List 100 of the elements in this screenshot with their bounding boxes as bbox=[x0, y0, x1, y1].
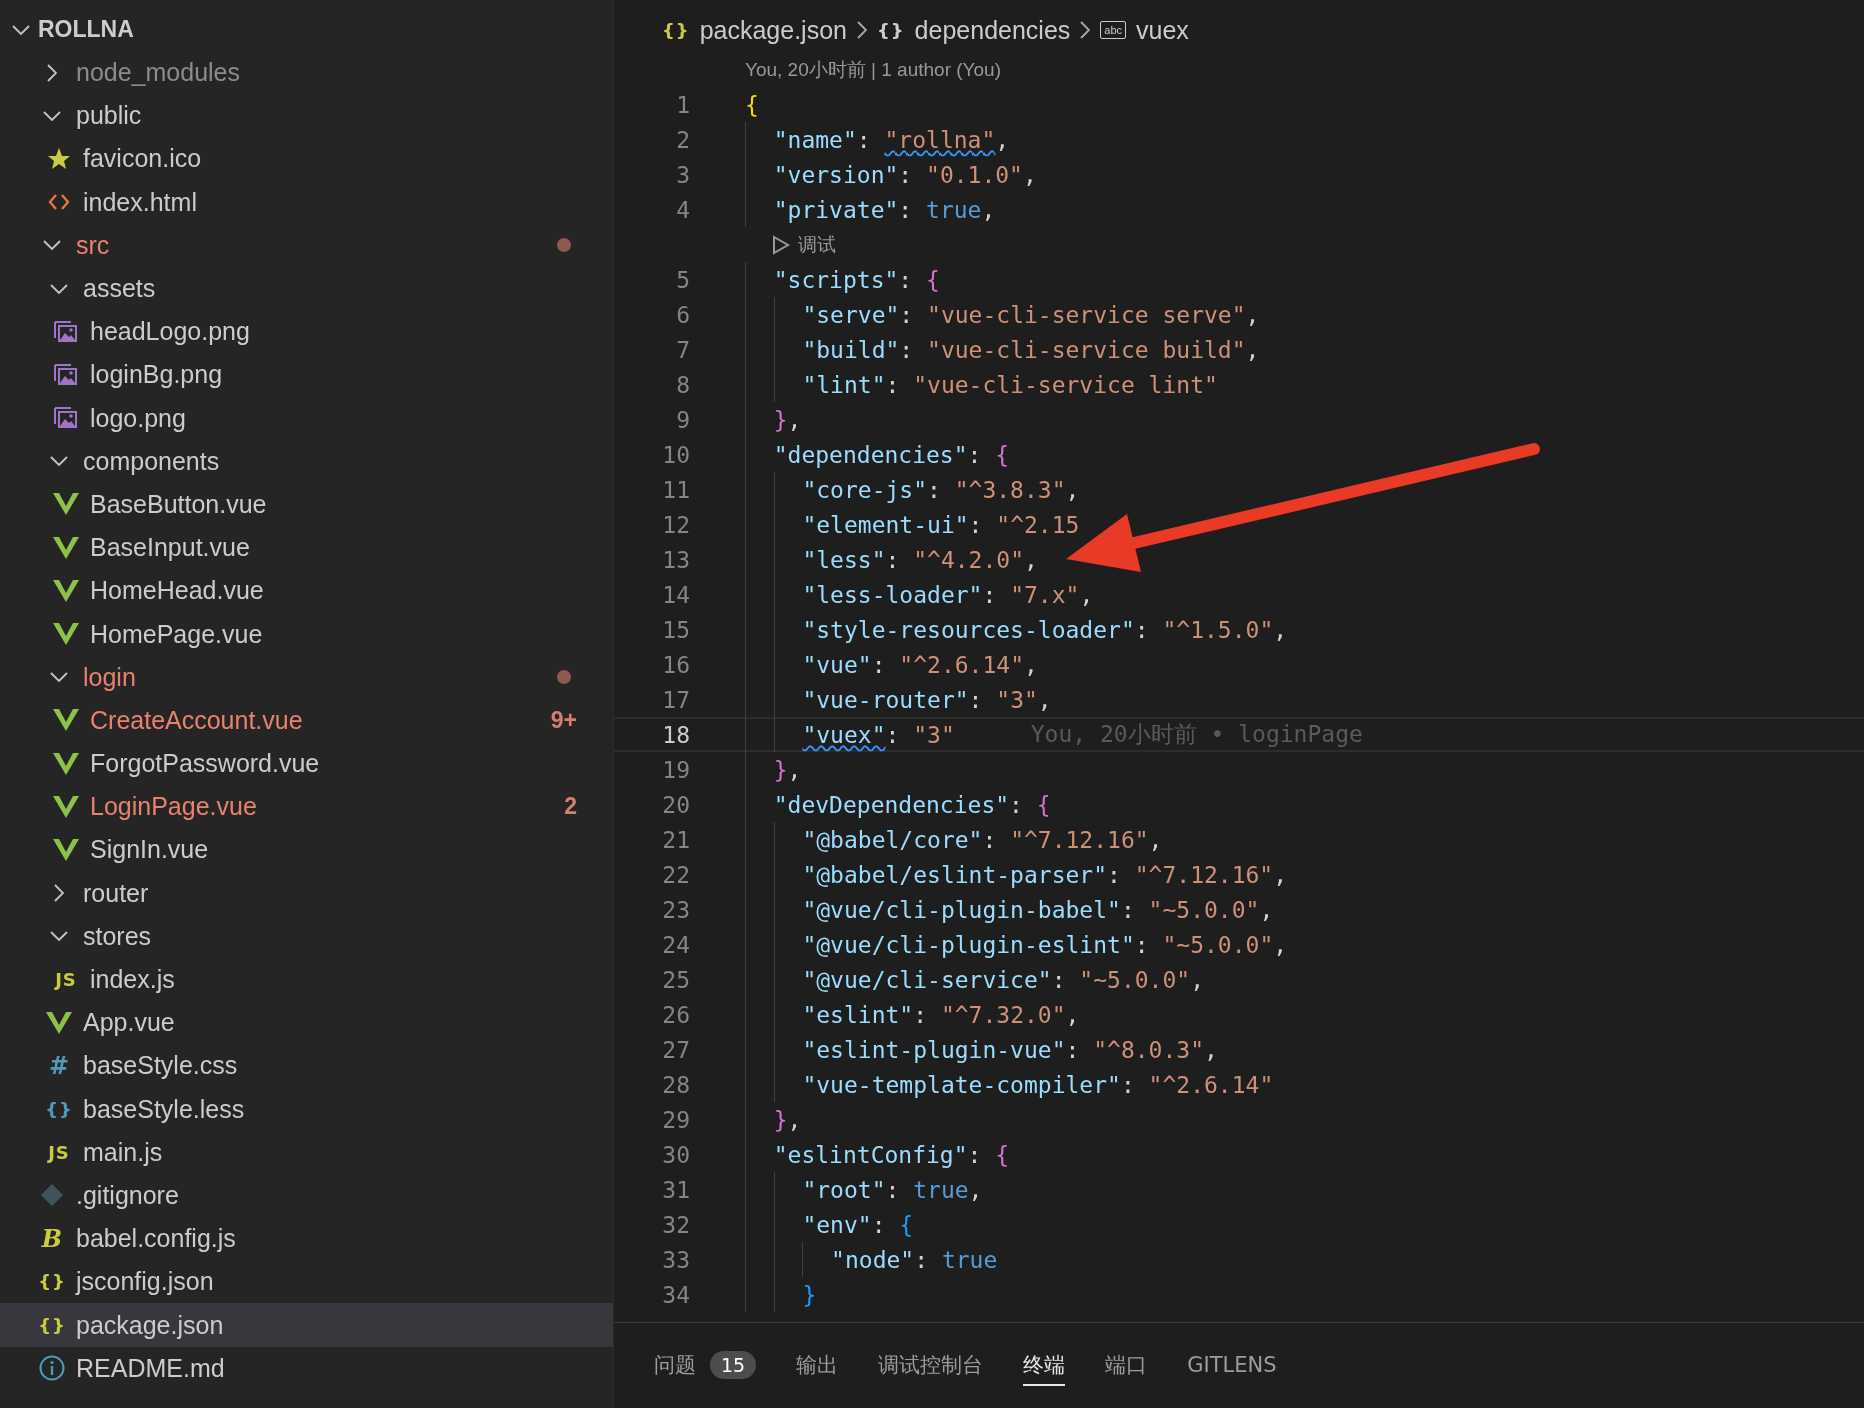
braces-icon: {} bbox=[662, 19, 690, 41]
line-number: 32 bbox=[661, 1211, 690, 1238]
panel-tab[interactable]: 调试控制台 bbox=[878, 1345, 984, 1386]
file-item[interactable]: HomePage.vue bbox=[0, 612, 613, 656]
line-number: 16 bbox=[661, 651, 690, 678]
code-line: "@vue/cli-service": "~5.0.0", bbox=[745, 964, 1204, 995]
file-type-icon: {} bbox=[38, 1271, 66, 1293]
line-number: 10 bbox=[661, 441, 690, 468]
code-line: "serve": "vue-cli-service serve", bbox=[745, 299, 1260, 330]
vue-icon bbox=[53, 709, 79, 732]
file-item[interactable]: .gitignore bbox=[0, 1173, 613, 1218]
file-item[interactable]: logo.png bbox=[0, 396, 613, 440]
vue-icon bbox=[53, 838, 79, 861]
file-item[interactable]: index.html bbox=[0, 180, 613, 224]
panel-tab[interactable]: GITLENS bbox=[1187, 1345, 1277, 1386]
code-line: "dependencies": { bbox=[745, 439, 1010, 470]
line-number: 1 bbox=[675, 91, 690, 118]
code-line: "@babel/eslint-parser": "^7.12.16", bbox=[745, 859, 1288, 890]
line-number: 23 bbox=[661, 896, 690, 923]
file-item[interactable]: README.md bbox=[0, 1346, 613, 1390]
file-item[interactable]: BaseButton.vue bbox=[0, 482, 613, 527]
file-item[interactable]: App.vue bbox=[0, 1001, 613, 1045]
blame-codelens[interactable]: You, 20小时前 | 1 author (You) bbox=[745, 56, 1001, 83]
file-item[interactable]: # baseStyle.css bbox=[0, 1044, 613, 1088]
folder-item[interactable]: stores bbox=[0, 914, 613, 958]
line-number: 12 bbox=[661, 511, 690, 538]
file-item[interactable]: SignIn.vue bbox=[0, 828, 613, 872]
chevron-right-icon bbox=[54, 884, 64, 903]
line-number: 15 bbox=[661, 616, 690, 643]
line-number: 4 bbox=[675, 196, 690, 223]
line-number: 30 bbox=[661, 1141, 690, 1168]
code-line: "lint": "vue-cli-service lint" bbox=[745, 369, 1218, 400]
line-number: 19 bbox=[661, 756, 690, 783]
file-item[interactable]: ForgotPassword.vue bbox=[0, 742, 613, 786]
code-line: "vuex": "3" bbox=[745, 719, 955, 750]
braces-icon: {} bbox=[876, 19, 905, 41]
debug-codelens[interactable]: 调试 bbox=[772, 231, 836, 258]
panel-tab[interactable]: 输出 bbox=[796, 1345, 839, 1386]
file-item[interactable]: B babel.config.js bbox=[0, 1217, 613, 1261]
code-line: "devDependencies": { bbox=[745, 789, 1051, 820]
file-item[interactable]: HomeHead.vue bbox=[0, 569, 613, 613]
code-line: "node": true bbox=[745, 1244, 998, 1275]
chevron-right-icon bbox=[1080, 21, 1091, 39]
file-item[interactable]: CreateAccount.vue 9+ bbox=[0, 698, 613, 742]
panel-tab[interactable]: 端口 bbox=[1105, 1345, 1148, 1386]
file-item[interactable]: favicon.ico bbox=[0, 137, 613, 181]
line-number: 28 bbox=[661, 1071, 690, 1098]
code-line: "core-js": "^3.8.3", bbox=[745, 474, 1080, 505]
modified-dot bbox=[557, 670, 571, 685]
file-item[interactable]: JS main.js bbox=[0, 1130, 613, 1174]
file-item[interactable]: {} baseStyle.less bbox=[0, 1087, 613, 1131]
line-number: 31 bbox=[661, 1176, 690, 1203]
file-type-icon: JS bbox=[55, 969, 77, 991]
file-item[interactable]: JS index.js bbox=[0, 957, 613, 1002]
folder-item[interactable]: node_modules bbox=[0, 51, 613, 95]
line-number: 13 bbox=[661, 546, 690, 573]
project-folder[interactable]: ROLLNA bbox=[0, 8, 613, 51]
info-icon bbox=[39, 1355, 65, 1382]
chevron-right-icon bbox=[47, 63, 57, 82]
folder-item[interactable]: assets bbox=[0, 266, 613, 311]
file-type-icon: {} bbox=[38, 1314, 66, 1336]
star-icon bbox=[47, 146, 71, 171]
panel-tab[interactable]: 问题 15 bbox=[654, 1345, 757, 1386]
line-number: 3 bbox=[675, 161, 690, 188]
folder-item[interactable]: router bbox=[0, 871, 613, 915]
line-number: 24 bbox=[661, 931, 690, 958]
file-item[interactable]: {} jsconfig.json bbox=[0, 1260, 613, 1304]
file-type-icon: B bbox=[41, 1224, 63, 1254]
vue-icon bbox=[53, 493, 79, 516]
code-icon bbox=[48, 193, 70, 212]
code-line: "element-ui": "^2.15 bbox=[745, 509, 1080, 540]
folder-item[interactable]: components bbox=[0, 439, 613, 483]
code-line: "vue-router": "3", bbox=[745, 684, 1052, 715]
file-item[interactable]: BaseInput.vue bbox=[0, 526, 613, 570]
chevron-down-icon bbox=[50, 931, 68, 942]
line-number: 20 bbox=[661, 791, 690, 818]
breadcrumb-item[interactable]: {} dependencies bbox=[876, 15, 1071, 45]
chevron-down-icon bbox=[43, 240, 61, 251]
file-item[interactable]: {} package.json bbox=[0, 1303, 613, 1347]
file-type-icon: # bbox=[48, 1051, 70, 1080]
file-item[interactable]: LoginPage.vue 2 bbox=[0, 785, 613, 829]
image-icon bbox=[54, 363, 78, 386]
file-item[interactable]: loginBg.png bbox=[0, 353, 613, 397]
vue-icon bbox=[53, 536, 79, 559]
line-number: 26 bbox=[661, 1001, 690, 1028]
folder-item[interactable]: public bbox=[0, 94, 613, 138]
code-line: "@vue/cli-plugin-babel": "~5.0.0", bbox=[745, 894, 1274, 925]
diamond-icon bbox=[40, 1183, 64, 1208]
panel-tab[interactable]: 终端 bbox=[1023, 1345, 1066, 1386]
folder-item[interactable]: src bbox=[0, 223, 613, 267]
image-icon bbox=[54, 320, 78, 343]
code-line: "@babel/core": "^7.12.16", bbox=[745, 824, 1163, 855]
folder-item[interactable]: login bbox=[0, 655, 613, 699]
file-item[interactable]: headLogo.png bbox=[0, 310, 613, 354]
chevron-down-icon bbox=[50, 456, 68, 467]
line-number: 25 bbox=[661, 966, 690, 993]
breadcrumb-item[interactable]: {} package.json bbox=[662, 15, 847, 45]
line-number: 11 bbox=[661, 476, 690, 503]
breadcrumb-item[interactable]: abc vuex bbox=[1100, 15, 1189, 45]
line-number: 33 bbox=[661, 1246, 690, 1273]
